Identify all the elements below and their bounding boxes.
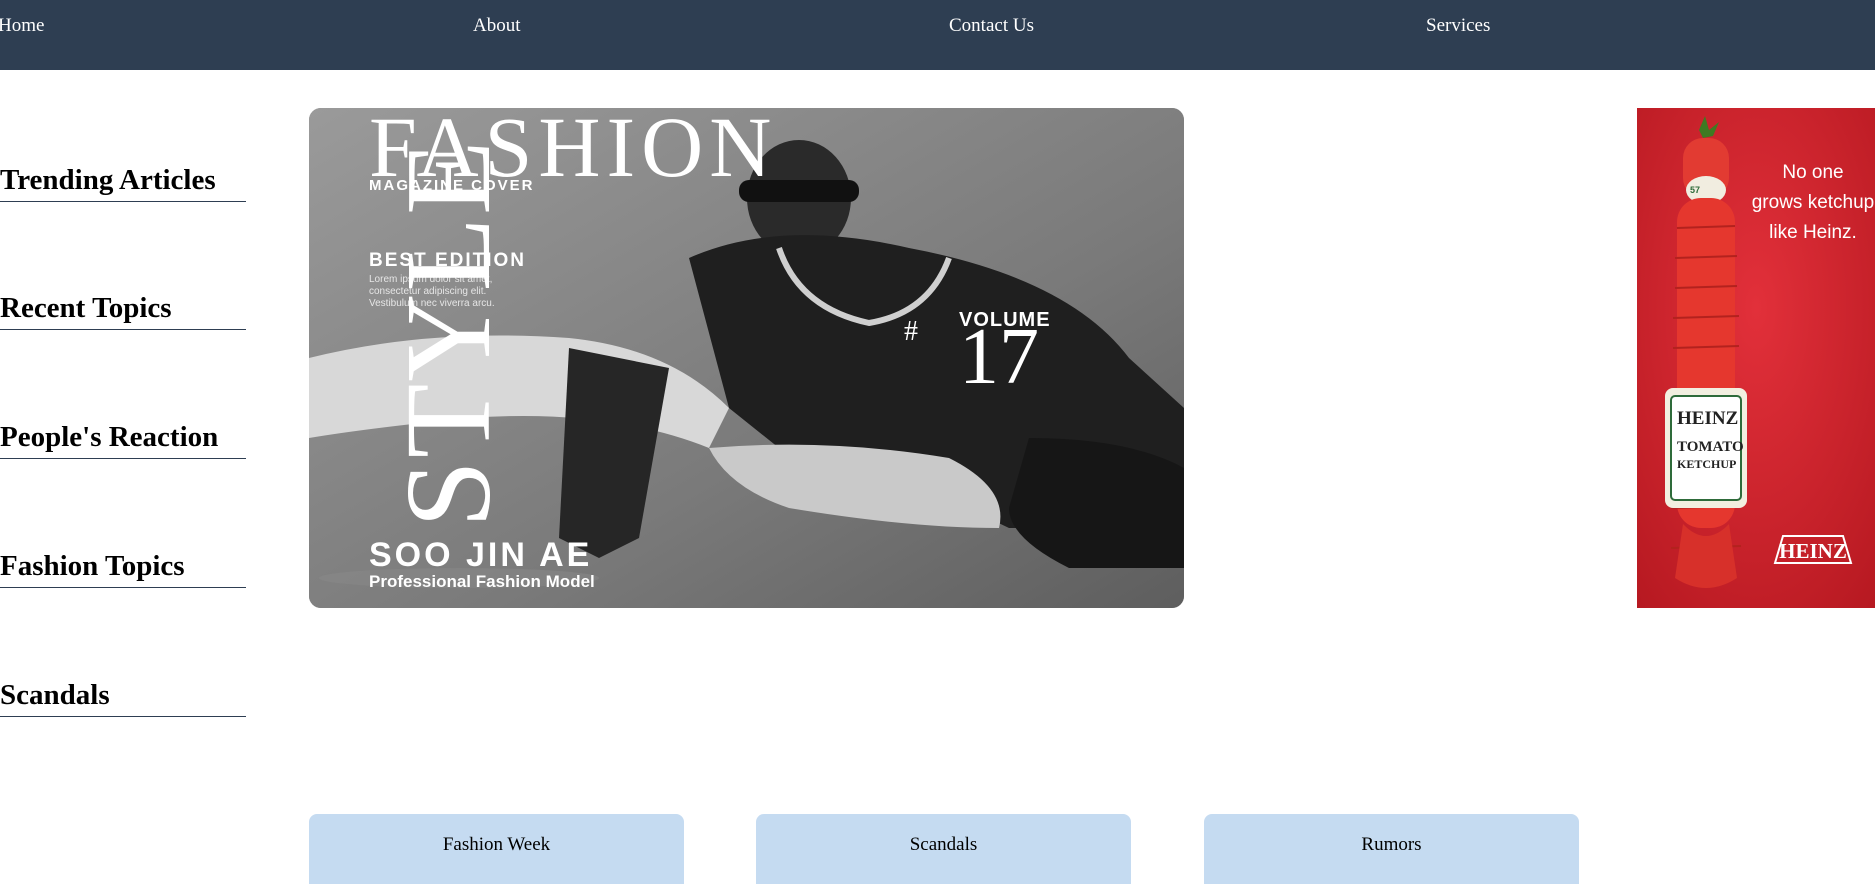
card-rumors[interactable]: Rumors (1204, 814, 1579, 884)
nav-about-link[interactable]: About (473, 15, 521, 37)
ad-cap-number: 57 (1690, 185, 1700, 195)
sidebar-item-recent-topics[interactable]: Recent Topics (0, 291, 246, 330)
ad-label-product-2: KETCHUP (1677, 457, 1736, 471)
ad-tagline-line-1: No one (1782, 162, 1843, 183)
sidebar-item-scandals[interactable]: Scandals (0, 678, 246, 717)
top-navigation-bar: Home About Contact Us Services (0, 0, 1875, 70)
nav-services-link[interactable]: Services (1426, 15, 1490, 37)
ad-tagline-line-2: grows ketchup (1752, 192, 1875, 213)
cover-model-role: Professional Fashion Model (369, 572, 595, 591)
sidebar-item-trending-articles[interactable]: Trending Articles (0, 163, 246, 202)
card-fashion-week[interactable]: Fashion Week (309, 814, 684, 884)
sidebar-item-peoples-reaction[interactable]: People's Reaction (0, 420, 246, 459)
cover-volume-hash: # (904, 316, 918, 347)
nav-contact-link[interactable]: Contact Us (949, 15, 1034, 37)
cover-vertical-word: STYLE (381, 138, 516, 528)
ad-tagline-line-3: like Heinz. (1769, 222, 1857, 243)
fashion-magazine-cover-image[interactable]: FASHION MAGAZINE COVER BEST EDITION Lore… (309, 108, 1184, 608)
nav-home-link[interactable]: Home (0, 15, 44, 37)
card-scandals[interactable]: Scandals (756, 814, 1131, 884)
heinz-logo-text: HEINZ (1779, 539, 1847, 563)
sidebar-item-fashion-topics[interactable]: Fashion Topics (0, 549, 246, 588)
cover-model-name: SOO JIN AE (369, 536, 592, 574)
cover-volume-number: 17 (959, 313, 1039, 401)
ad-label-product-1: TOMATO (1677, 439, 1744, 455)
ad-label-brand: HEINZ (1677, 408, 1738, 429)
heinz-advertisement[interactable]: 57 HEINZ TOMATO KETCHUP No one grows ket… (1637, 108, 1875, 608)
